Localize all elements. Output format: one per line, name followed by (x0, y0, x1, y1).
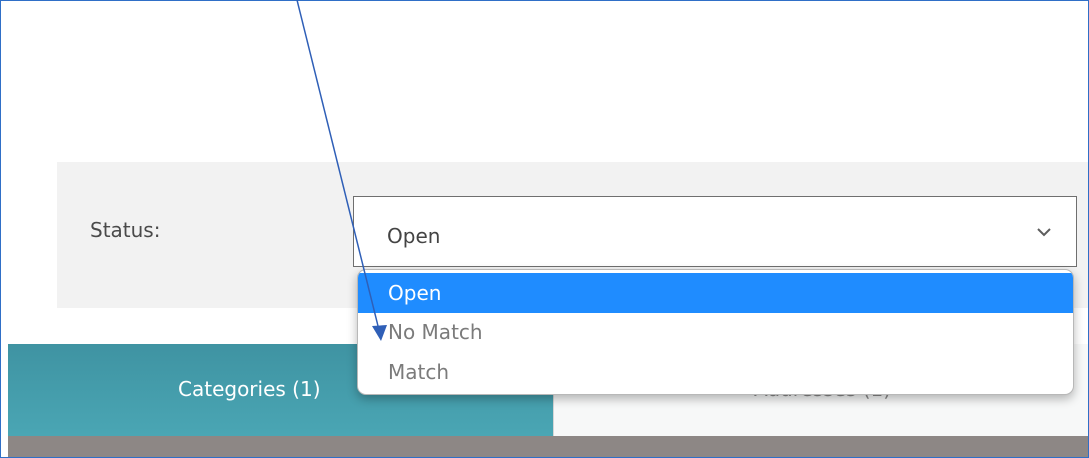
annotation-arrow (296, 0, 387, 341)
